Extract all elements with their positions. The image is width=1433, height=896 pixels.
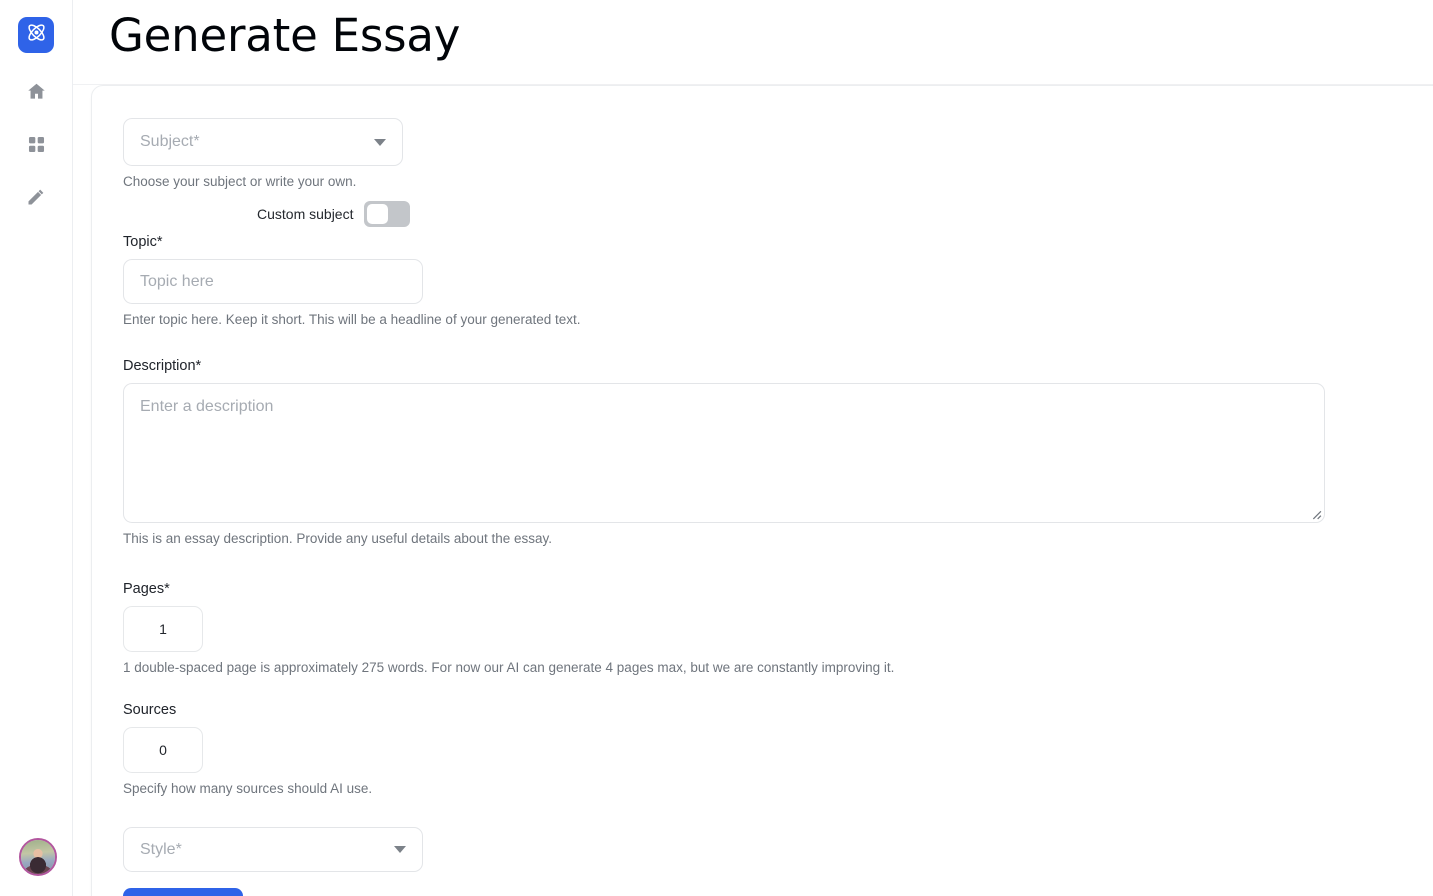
sidebar-item-write[interactable]: [16, 181, 56, 213]
sidebar: [0, 0, 73, 896]
atom-icon: [25, 21, 48, 49]
pages-helper-text: 1 double-spaced page is approximately 27…: [123, 660, 895, 675]
custom-subject-toggle[interactable]: [364, 201, 411, 227]
page-title: Generate Essay: [109, 9, 461, 62]
pencil-icon: [26, 187, 46, 207]
description-field-group: Description* This is an essay descriptio…: [123, 357, 1413, 548]
sources-field-group: Sources Specify how many sources should …: [123, 701, 1413, 798]
chevron-down-icon: [394, 846, 406, 853]
sources-label: Sources: [123, 702, 177, 718]
chevron-down-icon: [374, 138, 386, 146]
app-logo-button[interactable]: [18, 17, 54, 53]
topic-input[interactable]: [123, 259, 423, 304]
sidebar-item-dashboard[interactable]: [16, 128, 56, 160]
topic-label: Topic*: [123, 234, 163, 250]
avatar-photo: [21, 840, 55, 874]
sources-helper-text: Specify how many sources should AI use.: [123, 781, 373, 796]
app-root: Generate Essay Subject* Choose your subj…: [0, 0, 1433, 896]
home-icon: [26, 81, 47, 102]
subject-field-group: Subject* Choose your subject or write yo…: [123, 118, 1413, 227]
subject-select[interactable]: Subject*: [123, 118, 403, 166]
essay-form: Subject* Choose your subject or write yo…: [123, 118, 1413, 896]
page-header: Generate Essay: [73, 0, 1433, 85]
style-select-value: Style*: [140, 840, 182, 858]
description-input[interactable]: [123, 383, 1325, 523]
essay-form-card: Subject* Choose your subject or write yo…: [91, 85, 1433, 896]
sources-input[interactable]: [123, 727, 203, 773]
topic-helper-text: Enter topic here. Keep it short. This wi…: [123, 312, 581, 327]
style-field-group: Style* Generate ›: [123, 827, 1413, 896]
custom-subject-label: Custom subject: [257, 206, 354, 222]
topic-field-group: Topic* Enter topic here. Keep it short. …: [123, 233, 1413, 329]
grid-icon: [27, 135, 46, 154]
pages-input[interactable]: [123, 606, 203, 652]
generate-button[interactable]: Generate ›: [123, 888, 243, 896]
description-helper-text: This is an essay description. Provide an…: [123, 531, 552, 546]
subject-helper-text: Choose your subject or write your own.: [123, 174, 357, 189]
sidebar-nav: [0, 75, 72, 213]
pages-field-group: Pages* 1 double-spaced page is approxima…: [123, 580, 1413, 677]
pages-label: Pages*: [123, 581, 170, 597]
style-select[interactable]: Style*: [123, 827, 423, 872]
description-wrapper: [123, 383, 1325, 523]
user-avatar[interactable]: [19, 838, 57, 876]
toggle-knob: [367, 204, 389, 224]
subject-select-value: Subject*: [140, 133, 200, 150]
sidebar-item-home[interactable]: [16, 75, 56, 107]
description-label: Description*: [123, 358, 202, 374]
custom-subject-row: Custom subject: [123, 201, 411, 227]
